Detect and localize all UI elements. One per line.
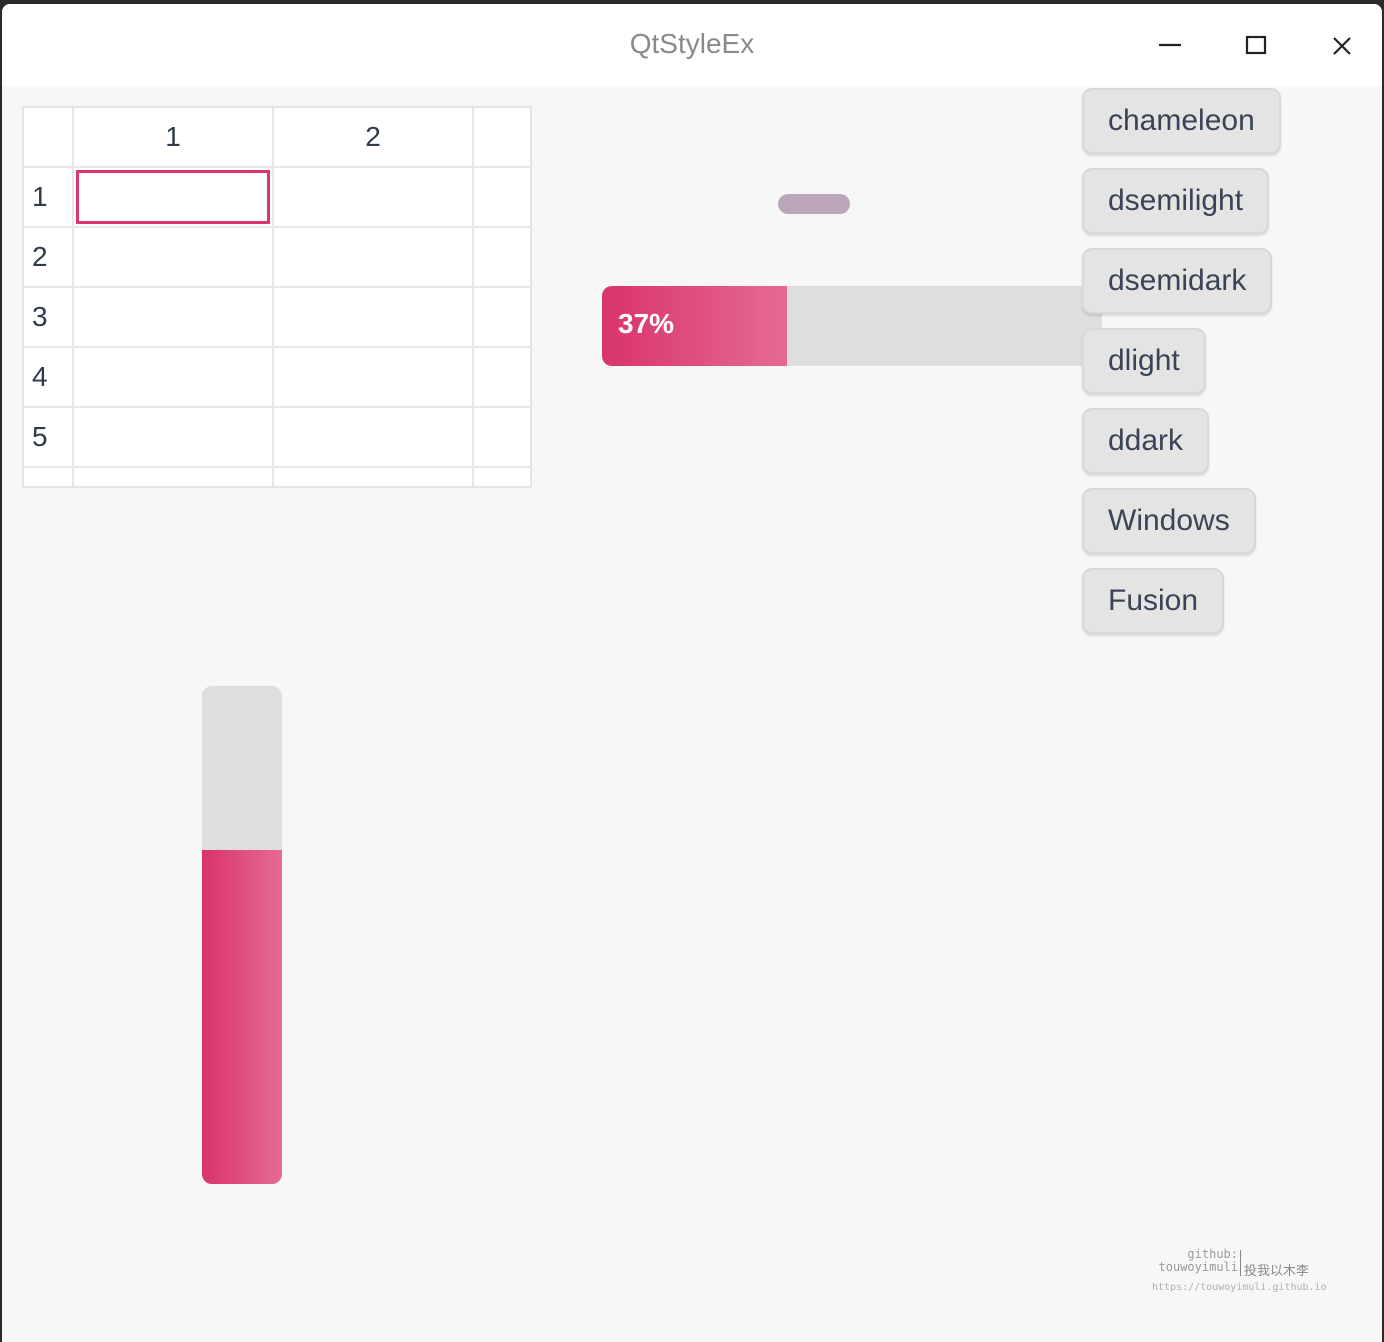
column-header-2[interactable]: 2 bbox=[274, 108, 474, 168]
watermark-github: github: touwoyimuli bbox=[1152, 1248, 1238, 1274]
column-header-filler bbox=[474, 108, 530, 168]
table-filler-cell bbox=[474, 348, 530, 408]
column-header-1[interactable]: 1 bbox=[74, 108, 274, 168]
vertical-progress-fill bbox=[202, 850, 282, 1184]
table-corner bbox=[24, 108, 74, 168]
style-button-windows[interactable]: Windows bbox=[1082, 488, 1256, 554]
vertical-progress-bar bbox=[202, 686, 282, 1184]
close-button[interactable] bbox=[1322, 26, 1362, 66]
title-bar[interactable]: QtStyleEx bbox=[2, 4, 1382, 86]
maximize-button[interactable] bbox=[1236, 26, 1276, 66]
table-cell[interactable] bbox=[274, 408, 474, 468]
table-widget[interactable]: 1 2 12345 bbox=[22, 106, 532, 488]
table-cell[interactable] bbox=[74, 288, 274, 348]
watermark-url: https://touwoyimuli.github.io bbox=[1152, 1282, 1327, 1293]
row-header-5[interactable]: 5 bbox=[24, 408, 74, 468]
table-cell[interactable] bbox=[74, 168, 274, 228]
watermark-chinese: 投我以木李 bbox=[1244, 1264, 1310, 1279]
row-header-2[interactable]: 2 bbox=[24, 228, 74, 288]
watermark-line2: touwoyimuli bbox=[1158, 1260, 1238, 1274]
table-filler-cell bbox=[474, 168, 530, 228]
row-header-4[interactable]: 4 bbox=[24, 348, 74, 408]
row-header-3[interactable]: 3 bbox=[24, 288, 74, 348]
app-window: QtStyleEx 1 2 12345 37% chameleon dsemil… bbox=[2, 4, 1382, 1342]
table-cell[interactable] bbox=[274, 288, 474, 348]
table-filler-cell bbox=[474, 408, 530, 468]
table-cell[interactable] bbox=[74, 348, 274, 408]
watermark: github: touwoyimuli 投我以木李 https://touwoy… bbox=[1152, 1248, 1332, 1296]
table-partial-row-cell bbox=[274, 468, 474, 486]
minimize-icon bbox=[1159, 43, 1181, 47]
style-button-dlight[interactable]: dlight bbox=[1082, 328, 1206, 394]
watermark-divider bbox=[1240, 1250, 1241, 1276]
table-partial-row-cell bbox=[24, 468, 74, 486]
style-button-fusion[interactable]: Fusion bbox=[1082, 568, 1225, 634]
slider-handle[interactable] bbox=[778, 194, 850, 214]
minimize-button[interactable] bbox=[1150, 26, 1190, 66]
maximize-icon bbox=[1245, 35, 1267, 55]
row-header-1[interactable]: 1 bbox=[24, 168, 74, 228]
table-filler-cell bbox=[474, 228, 530, 288]
style-button-dsemidark[interactable]: dsemidark bbox=[1082, 248, 1273, 314]
table-cell[interactable] bbox=[74, 408, 274, 468]
progress-label: 37% bbox=[618, 308, 675, 339]
table-cell[interactable] bbox=[274, 228, 474, 288]
style-button-ddark[interactable]: ddark bbox=[1082, 408, 1210, 474]
style-button-dsemilight[interactable]: dsemilight bbox=[1082, 168, 1270, 234]
table-cell[interactable] bbox=[74, 228, 274, 288]
table-partial-row-cell bbox=[474, 468, 530, 486]
style-button-chameleon[interactable]: chameleon bbox=[1082, 88, 1281, 154]
table-partial-row-cell bbox=[74, 468, 274, 486]
horizontal-progress-bar: 37% bbox=[602, 286, 1102, 366]
close-icon bbox=[1333, 37, 1351, 55]
table-cell[interactable] bbox=[274, 348, 474, 408]
table-filler-cell bbox=[474, 288, 530, 348]
table-cell[interactable] bbox=[274, 168, 474, 228]
